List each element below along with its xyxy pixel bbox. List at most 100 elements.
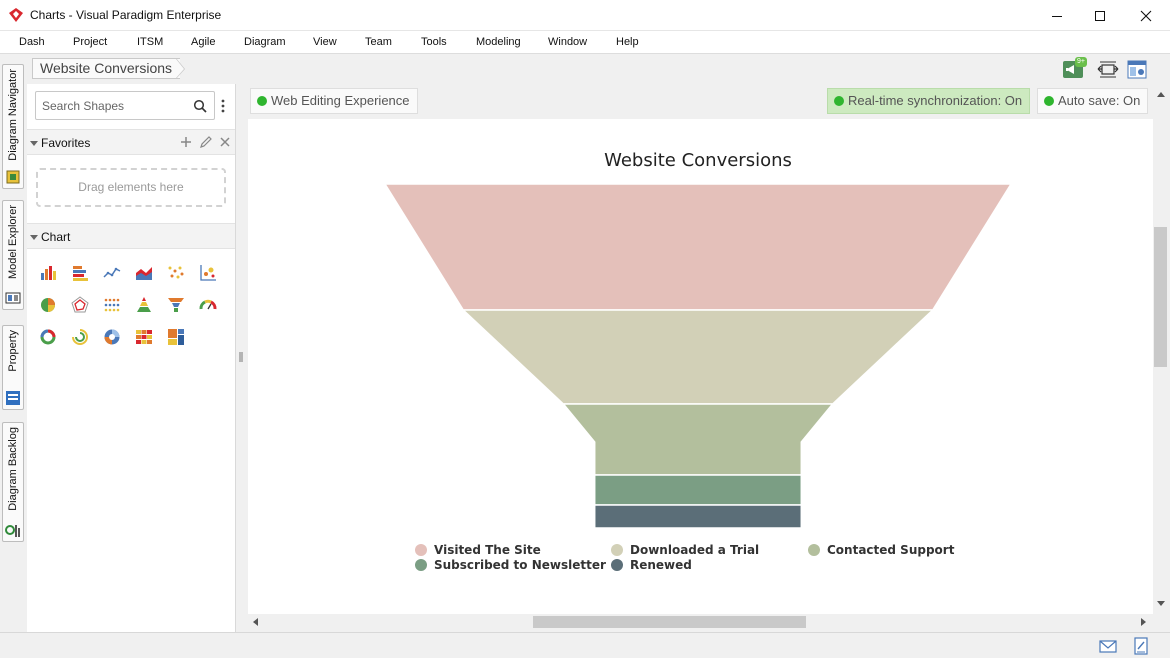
breadcrumb-arrow-fill xyxy=(176,59,184,78)
chart-title: Website Conversions xyxy=(604,150,792,171)
minimize-button[interactable] xyxy=(1034,0,1080,31)
diagram-status-bar: Web Editing Experience Real-time synchro… xyxy=(247,84,1153,118)
scroll-left-arrow-icon[interactable] xyxy=(253,618,258,626)
funnel-segment-5[interactable] xyxy=(593,504,803,529)
scroll-down-arrow-icon[interactable] xyxy=(1157,601,1165,606)
favorites-header[interactable]: Favorites xyxy=(27,129,235,155)
tab-diagram-backlog[interactable]: Diagram Backlog xyxy=(2,422,24,542)
menu-project[interactable]: Project xyxy=(73,36,107,48)
scatter-chart-icon[interactable] xyxy=(167,264,185,282)
search-icon[interactable] xyxy=(193,99,207,113)
favorites-title: Favorites xyxy=(41,136,91,150)
menu-diagram[interactable]: Diagram xyxy=(244,36,286,48)
funnel-chart[interactable]: Website Conversions Visited The Site Down… xyxy=(248,119,1153,614)
collapse-caret-icon[interactable] xyxy=(30,141,38,146)
tab-model-explorer[interactable]: Model Explorer xyxy=(2,200,24,310)
model-explorer-icon xyxy=(5,292,21,304)
tab-diagram-navigator[interactable]: Diagram Navigator xyxy=(2,64,24,189)
horizontal-scroll-thumb[interactable] xyxy=(533,616,806,628)
legend-item-1: Visited The Site xyxy=(415,543,541,557)
search-box xyxy=(35,91,215,120)
fit-to-window-button[interactable] xyxy=(1097,58,1119,80)
close-icon xyxy=(1140,10,1152,21)
treemap-chart-icon[interactable] xyxy=(167,328,185,346)
donut-chart-icon[interactable] xyxy=(39,328,57,346)
side-tab-strip: Diagram Navigator Model Explorer Propert… xyxy=(0,55,26,632)
menu-bar: Dash Project ITSM Agile Diagram View Tea… xyxy=(0,31,1170,54)
diagram-canvas[interactable]: Website Conversions Visited The Site Down… xyxy=(248,119,1153,614)
edit-pencil-icon[interactable] xyxy=(199,135,213,149)
scroll-right-arrow-icon[interactable] xyxy=(1141,618,1146,626)
sync-label: Real-time synchronization: On xyxy=(848,93,1023,108)
more-options-icon[interactable] xyxy=(221,98,225,114)
horizontal-scrollbar[interactable] xyxy=(248,614,1153,631)
legend-label: Subscribed to Newsletter xyxy=(434,558,606,572)
tab-diagram-navigator-label: Diagram Navigator xyxy=(7,69,19,161)
favorites-drop-zone[interactable]: Drag elements here xyxy=(36,168,226,207)
menu-itsm[interactable]: ITSM xyxy=(137,36,163,48)
legend-label: Renewed xyxy=(630,558,692,572)
pie-chart-icon[interactable] xyxy=(39,296,57,314)
notes-icon[interactable] xyxy=(1132,637,1150,655)
menu-agile[interactable]: Agile xyxy=(191,36,215,48)
fit-to-window-icon xyxy=(1097,61,1119,78)
legend-item-2: Downloaded a Trial xyxy=(611,543,759,557)
bubble-chart-icon[interactable] xyxy=(199,264,217,282)
maximize-button[interactable] xyxy=(1077,0,1123,31)
funnel-segment-4[interactable] xyxy=(593,474,803,506)
panel-layout-button[interactable] xyxy=(1126,58,1148,80)
web-editing-status[interactable]: Web Editing Experience xyxy=(250,88,418,114)
radar-chart-icon[interactable] xyxy=(71,296,89,314)
area-chart-icon[interactable] xyxy=(135,264,153,282)
breadcrumb[interactable]: Website Conversions xyxy=(32,58,181,79)
panel-splitter[interactable] xyxy=(236,84,247,632)
menu-help[interactable]: Help xyxy=(616,36,639,48)
scroll-up-arrow-icon[interactable] xyxy=(1157,92,1165,97)
menu-dash[interactable]: Dash xyxy=(19,36,45,48)
maximize-icon xyxy=(1095,10,1105,21)
gauge-chart-icon[interactable] xyxy=(199,296,217,314)
legend-swatch xyxy=(808,544,820,556)
sync-status[interactable]: Real-time synchronization: On xyxy=(827,88,1031,114)
funnel-segment-2[interactable] xyxy=(461,309,935,405)
autosave-status[interactable]: Auto save: On xyxy=(1037,88,1149,114)
legend-item-5: Renewed xyxy=(611,558,692,572)
horizontal-bar-chart-icon[interactable] xyxy=(71,264,89,282)
chart-section-header[interactable]: Chart xyxy=(27,223,235,249)
mail-icon[interactable] xyxy=(1099,637,1117,655)
title-bar: Charts - Visual Paradigm Enterprise xyxy=(0,0,1170,31)
legend-swatch xyxy=(611,544,623,556)
funnel-chart-icon[interactable] xyxy=(167,296,185,314)
property-icon xyxy=(6,391,20,405)
menu-tools[interactable]: Tools xyxy=(421,36,447,48)
heatmap-chart-icon[interactable] xyxy=(135,328,153,346)
status-dot-icon xyxy=(257,96,267,106)
dot-matrix-chart-icon[interactable] xyxy=(103,296,121,314)
add-icon[interactable] xyxy=(179,135,193,149)
notifications-button[interactable]: 9+ xyxy=(1062,57,1087,80)
close-button[interactable] xyxy=(1123,0,1169,31)
radial-chart-icon[interactable] xyxy=(71,328,89,346)
collapse-caret-icon[interactable] xyxy=(30,235,38,240)
vertical-scrollbar[interactable] xyxy=(1153,84,1170,614)
menu-view[interactable]: View xyxy=(313,36,337,48)
bar-chart-icon[interactable] xyxy=(39,264,57,282)
tab-property[interactable]: Property xyxy=(2,325,24,410)
search-shapes-input[interactable] xyxy=(36,92,188,119)
menu-window[interactable]: Window xyxy=(548,36,587,48)
sunburst-chart-icon[interactable] xyxy=(103,328,121,346)
status-dot-icon xyxy=(1044,96,1054,106)
funnel-segment-1[interactable] xyxy=(383,183,1013,311)
menu-modeling[interactable]: Modeling xyxy=(476,36,521,48)
diagram-navigator-icon xyxy=(6,170,20,184)
funnel-segment-3[interactable] xyxy=(561,403,835,476)
autosave-label: Auto save: On xyxy=(1058,93,1141,108)
line-chart-icon[interactable] xyxy=(103,264,121,282)
chart-section-title: Chart xyxy=(41,230,71,244)
remove-icon[interactable] xyxy=(218,135,232,149)
pyramid-chart-icon[interactable] xyxy=(135,296,153,314)
panel-layout-icon xyxy=(1127,60,1147,79)
menu-team[interactable]: Team xyxy=(365,36,392,48)
vertical-scroll-thumb[interactable] xyxy=(1154,227,1167,367)
splitter-grip-icon[interactable] xyxy=(239,352,243,362)
